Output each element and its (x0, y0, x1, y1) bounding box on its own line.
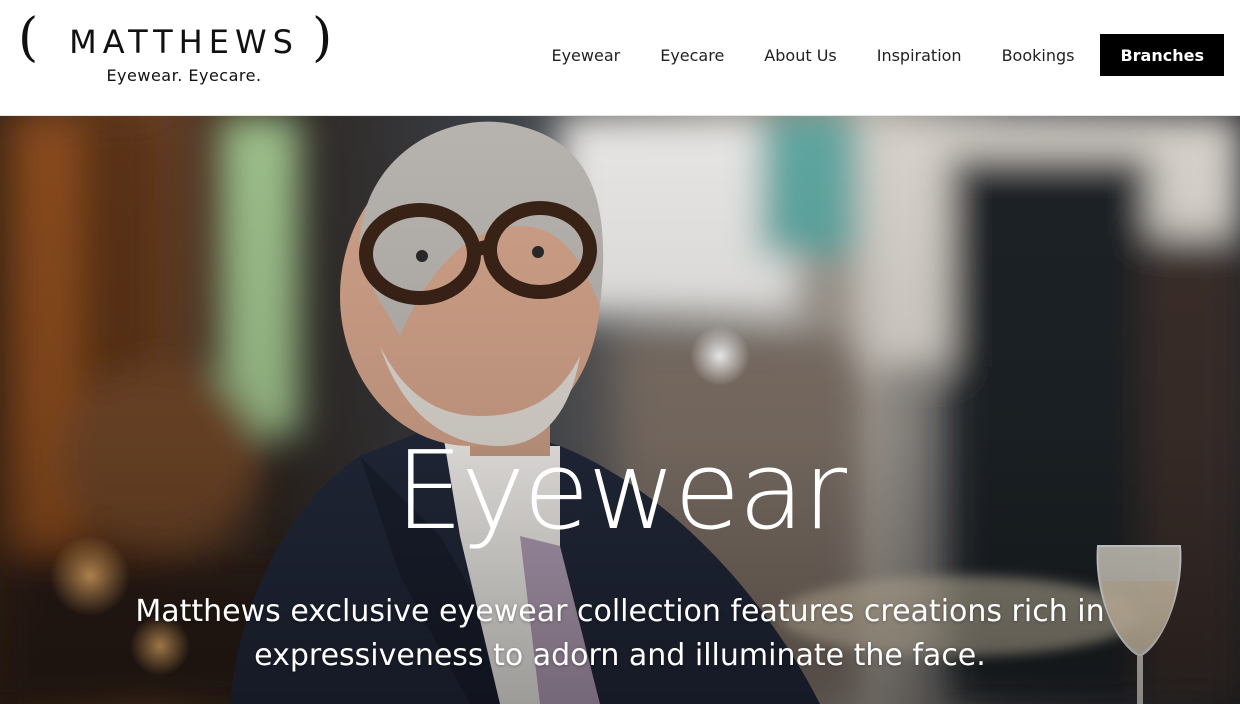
nav-item-about-us[interactable]: About Us (764, 46, 836, 65)
hero-subtitle: Matthews exclusive eyewear collection fe… (135, 594, 1105, 673)
branches-button[interactable]: Branches (1100, 34, 1224, 76)
logo-right-bracket: ) (312, 8, 333, 68)
logo-wordmark: MATTHEWS (69, 23, 299, 61)
logo-left-bracket: ( (18, 8, 39, 68)
nav-item-inspiration[interactable]: Inspiration (877, 46, 962, 65)
logo-tagline: Eyewear. Eyecare. (106, 66, 262, 85)
nav-item-eyewear[interactable]: Eyewear (551, 46, 620, 65)
nav-item-eyecare[interactable]: Eyecare (660, 46, 724, 65)
nav-item-bookings[interactable]: Bookings (1002, 46, 1075, 65)
main-navigation: Eyewear Eyecare About Us Inspiration Boo… (551, 34, 1224, 76)
site-header: ( MATTHEWS Eyewear. Eyecare. ) Eyewear E… (0, 0, 1240, 116)
hero-title: Eyewear (395, 429, 847, 554)
brand-logo[interactable]: ( MATTHEWS Eyewear. Eyecare. ) (18, 12, 338, 98)
hero-banner: Eyewear Matthews exclusive eyewear colle… (0, 116, 1240, 704)
